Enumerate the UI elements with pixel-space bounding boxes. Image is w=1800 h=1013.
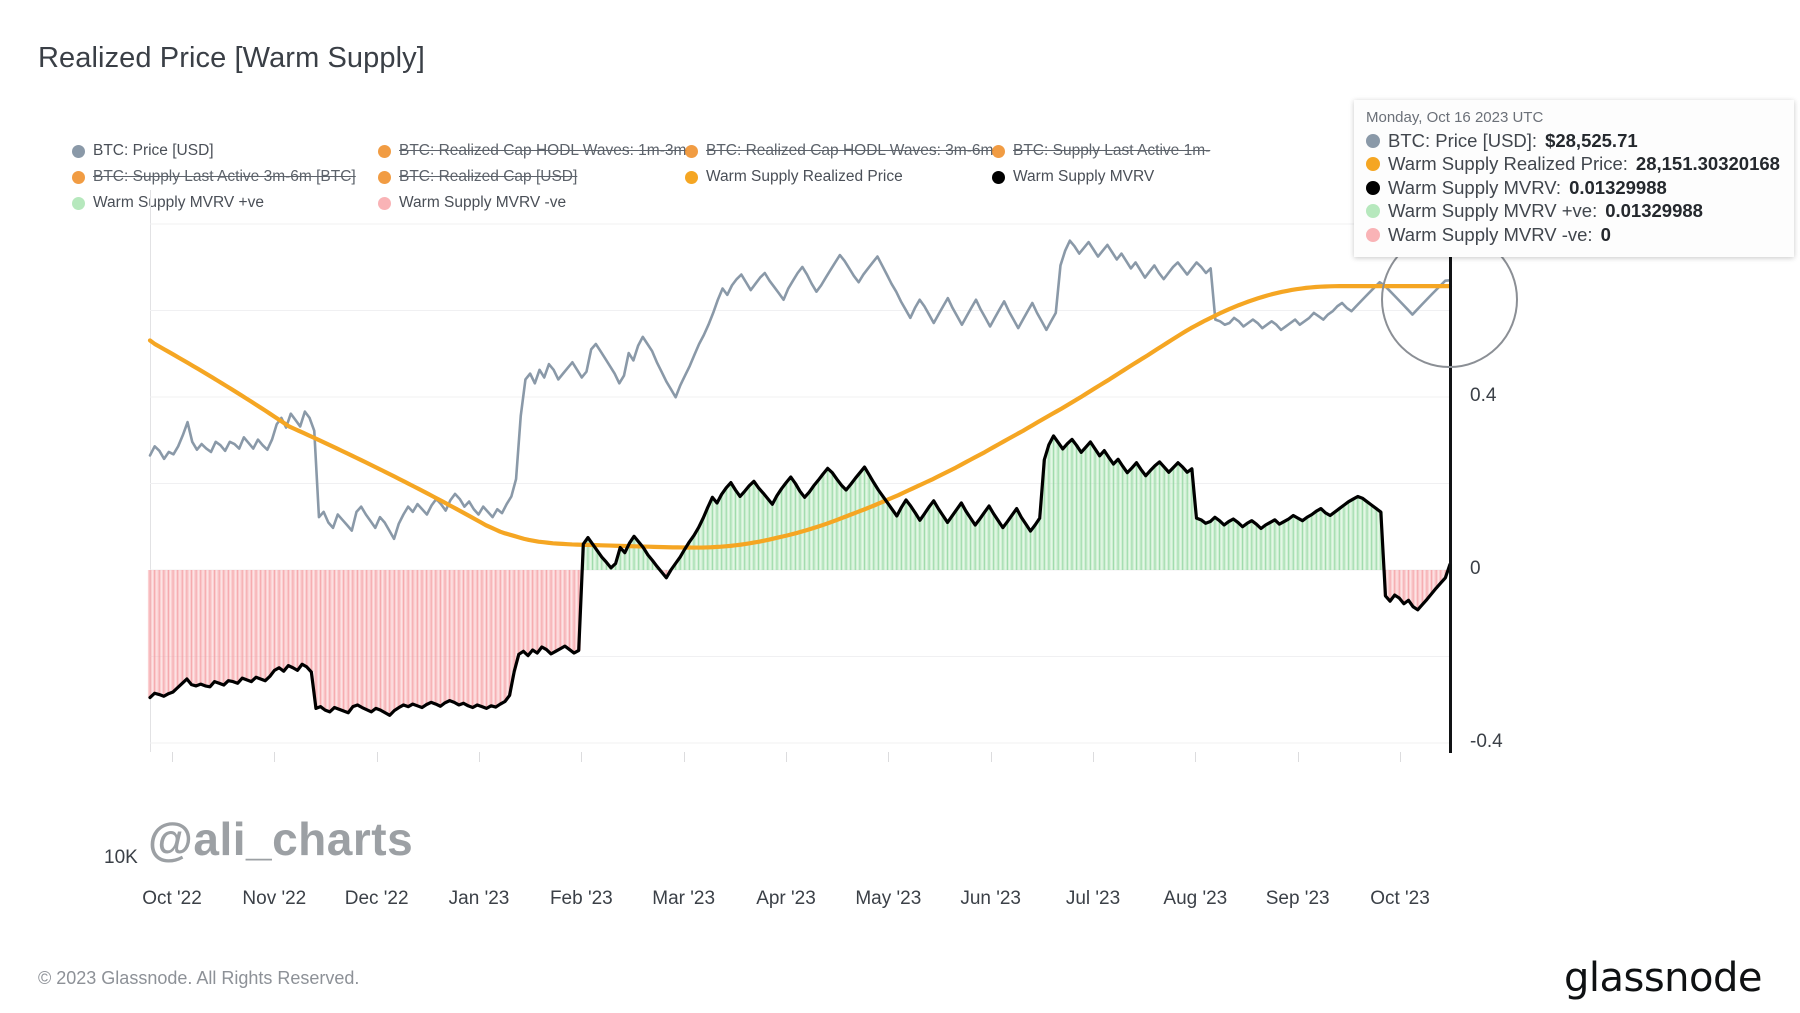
legend-item-label: Warm Supply MVRV -ve [399,194,567,211]
x-axis-tick-mark [172,752,173,762]
tooltip-row-label: Warm Supply MVRV: [1388,176,1562,198]
tooltip-color-dot-icon [1366,227,1380,242]
tooltip-row-value: 0 [1600,223,1611,245]
tooltip-color-dot-icon [1366,204,1380,219]
x-axis-tick-label: Oct '23 [1370,888,1430,909]
legend-item[interactable]: BTC: Supply Last Active 1m- [992,138,1210,164]
y-axis-right-tick-label: 0 [1470,558,1481,579]
legend-item-label: BTC: Price [USD] [93,142,214,159]
y-axis-right-tick-label: -0.4 [1470,731,1503,752]
legend-color-dot-icon [72,144,85,158]
legend-color-dot-icon [72,196,85,210]
legend-item-label: Warm Supply MVRV +ve [93,194,264,211]
x-axis-tick-mark [376,752,378,762]
tooltip-row-label: Warm Supply MVRV -ve: [1388,223,1593,245]
tooltip-row-label: Warm Supply MVRV +ve: [1388,200,1598,222]
legend-item[interactable]: BTC: Realized Cap HODL Waves: 3m-6m [685,138,993,164]
legend-color-dot-icon [992,144,1005,158]
chart-series-svg [147,223,1453,744]
copyright-text: © 2023 Glassnode. All Rights Reserved. [38,968,360,988]
legend-color-dot-icon [378,196,391,210]
tooltip-row-label: BTC: Price [USD]: [1388,130,1538,151]
chart-plot-area [147,222,1453,750]
x-axis-tick-label: Apr '23 [756,888,816,909]
x-axis-tick-mark [683,752,685,762]
page-title: Realized Price [Warm Supply] [38,42,425,74]
legend-color-dot-icon [992,170,1005,184]
legend-item[interactable]: BTC: Supply Last Active 3m-6m [BTC] [72,164,356,190]
x-axis-tick-mark [1400,752,1401,762]
legend-row: BTC: Price [USD] BTC: Realized Cap HODL W… [72,138,1492,164]
x-axis-tick-mark [581,752,583,762]
legend-item[interactable]: Warm Supply MVRV -ve [378,190,566,216]
legend-item[interactable]: BTC: Price [USD] [72,138,214,164]
x-axis-tick-label: Nov '22 [242,888,307,909]
tooltip-row-label: Warm Supply Realized Price: [1388,153,1628,175]
legend-item[interactable]: Warm Supply Realized Price [685,164,903,190]
y-axis-left-tick-label: 10K [104,847,138,868]
tooltip-row: Warm Supply MVRV: 0.01329988 [1366,176,1780,199]
x-axis-tick-label: Oct '22 [142,888,202,909]
x-axis-tick-mark [479,752,480,762]
tooltip-row: Warm Supply Realized Price: 28,151.303201… [1366,152,1780,175]
tooltip-row: BTC: Price [USD]: $28,525.71 [1366,129,1780,152]
glassnode-logo: glassnode [1563,955,1763,1001]
tooltip-color-dot-icon [1366,180,1380,195]
chart-tooltip: Monday, Oct 16 2023 UTC BTC: Price [USD]… [1354,100,1794,258]
tooltip-color-dot-icon [1366,133,1380,148]
tooltip-color-dot-icon [1366,157,1380,172]
cursor-line [1449,205,1452,753]
legend-color-dot-icon [72,170,85,184]
tooltip-row: Warm Supply MVRV +ve: 0.01329988 [1366,199,1780,222]
x-axis-tick-label: Aug '23 [1163,888,1228,909]
legend-item[interactable]: Warm Supply MVRV +ve [72,190,264,216]
tooltip-row-value: $28,525.71 [1545,130,1638,151]
legend-item-label: BTC: Realized Cap [USD] [399,168,578,185]
legend-row: Warm Supply MVRV +ve Warm Supply MVRV -ve [72,190,1492,216]
y-axis-right-tick-label: 0.4 [1470,385,1497,406]
legend-item[interactable]: Warm Supply MVRV [992,164,1154,190]
x-axis-tick-mark [1093,752,1094,762]
x-axis-tick-mark [888,752,890,762]
x-axis-tick-label: Jul '23 [1065,888,1121,909]
x-axis-tick-mark [274,752,276,762]
x-axis-tick-label: May '23 [855,888,922,909]
legend-item[interactable]: BTC: Realized Cap [USD] [378,164,577,190]
legend-color-dot-icon [378,144,391,158]
legend-color-dot-icon [378,170,391,184]
legend-item-label: Warm Supply MVRV [1013,168,1155,185]
legend-item-label: BTC: Supply Last Active 1m- [1013,142,1211,159]
legend-item-label: BTC: Realized Cap HODL Waves: 3m-6m [706,142,994,159]
watermark: @ali_charts [148,813,414,865]
tooltip-row-value: 0.01329988 [1605,200,1703,222]
chart-legend: BTC: Price [USD] BTC: Realized Cap HODL W… [72,138,1492,216]
legend-item-label: BTC: Supply Last Active 3m-6m [BTC] [93,168,356,185]
legend-color-dot-icon [685,170,698,184]
legend-item[interactable]: BTC: Realized Cap HODL Waves: 1m-3m [378,138,686,164]
tooltip-date: Monday, Oct 16 2023 UTC [1366,109,1544,126]
x-axis-tick-mark [1195,752,1197,762]
x-axis-tick-label: Dec '22 [344,888,409,909]
tooltip-row-value: 0.01329988 [1569,176,1667,198]
legend-color-dot-icon [685,144,698,158]
tooltip-row-value: 28,151.30320168 [1635,153,1780,175]
legend-row: BTC: Supply Last Active 3m-6m [BTC] BTC: … [72,164,1492,190]
x-axis-tick-mark [786,752,787,762]
x-axis-tick-label: Mar '23 [652,888,716,909]
x-axis-tick-label: Jan '23 [448,888,510,909]
x-axis-tick-mark [1297,752,1299,762]
x-axis-tick-label: Jun '23 [960,888,1021,909]
legend-item-label: Warm Supply Realized Price [706,168,903,185]
x-axis-tick-label: Feb '23 [549,888,613,909]
legend-item-label: BTC: Realized Cap HODL Waves: 1m-3m [399,142,687,159]
x-axis-tick-label: Sep '23 [1265,888,1330,909]
tooltip-row: Warm Supply MVRV -ve: 0 [1366,223,1780,246]
x-axis-tick-mark [990,752,992,762]
